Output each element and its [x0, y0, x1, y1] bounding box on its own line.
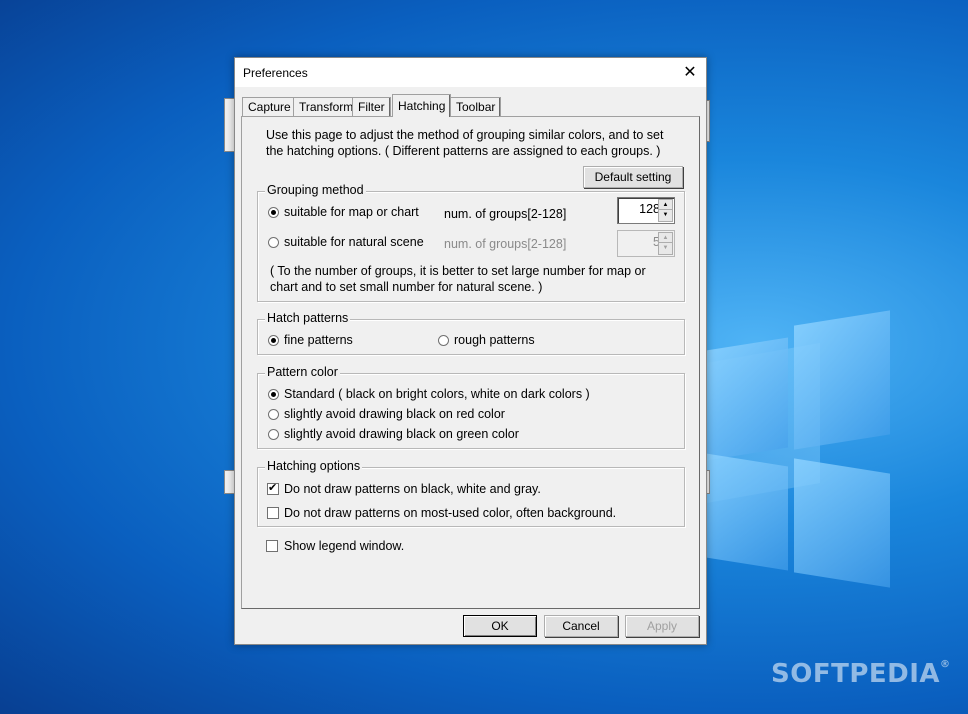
hatching-tab-panel: Use this page to adjust the method of gr… — [241, 116, 700, 609]
groups-spinner-map[interactable]: 128 ▲ ▼ — [617, 197, 675, 224]
grouping-note: ( To the number of groups, it is better … — [270, 264, 646, 294]
tab-toolbar[interactable]: Toolbar — [450, 97, 502, 116]
radio-map-chart[interactable] — [268, 207, 279, 218]
dialog-title: Preferences — [243, 66, 308, 80]
apply-button: Apply — [625, 615, 699, 637]
softpedia-watermark: SOFTPEDIA® — [771, 659, 951, 689]
cancel-button[interactable]: Cancel — [544, 615, 618, 637]
groups-spinner-map-value: 128 — [639, 202, 660, 216]
default-setting-button[interactable]: Default setting — [583, 166, 683, 188]
radio-natural-scene-label: suitable for natural scene — [284, 235, 424, 249]
radio-avoid-green-label: slightly avoid drawing black on green co… — [284, 427, 519, 441]
tab-transform[interactable]: Transform — [293, 97, 360, 116]
radio-avoid-red[interactable] — [268, 409, 279, 420]
radio-standard-label: Standard ( black on bright colors, white… — [284, 387, 590, 401]
close-icon[interactable]: ✕ — [674, 58, 706, 87]
pattern-color-group: Pattern color Standard ( black on bright… — [257, 365, 685, 449]
preferences-dialog: Preferences ✕ Capture Transform Filter H… — [234, 57, 707, 645]
radio-rough-patterns[interactable] — [438, 335, 449, 346]
grouping-method-group: Grouping method suitable for map or char… — [257, 183, 685, 302]
checkbox-black-white-gray-label: Do not draw patterns on black, white and… — [284, 482, 541, 496]
windows-logo-icon — [700, 306, 892, 588]
radio-fine-patterns[interactable] — [268, 335, 279, 346]
radio-standard[interactable] — [268, 389, 279, 400]
groups-label-natural: num. of groups[2-128] — [444, 237, 567, 251]
spin-down-icon: ▼ — [658, 242, 673, 255]
spin-down-icon[interactable]: ▼ — [658, 209, 673, 222]
grouping-method-legend: Grouping method — [265, 183, 366, 197]
checkbox-most-used-label: Do not draw patterns on most-used color,… — [284, 506, 617, 520]
checkbox-most-used[interactable] — [267, 507, 279, 519]
groups-spinner-natural: 5 ▲ ▼ — [617, 230, 675, 257]
hatching-options-group: Hatching options Do not draw patterns on… — [257, 459, 685, 527]
hatch-patterns-legend: Hatch patterns — [265, 311, 351, 325]
title-bar[interactable]: Preferences ✕ — [235, 58, 706, 87]
ok-button[interactable]: OK — [463, 615, 537, 637]
page-description: Use this page to adjust the method of gr… — [266, 128, 664, 158]
checkbox-black-white-gray[interactable] — [267, 481, 279, 495]
pattern-color-legend: Pattern color — [265, 365, 340, 379]
tab-filter[interactable]: Filter — [352, 97, 391, 116]
radio-avoid-green[interactable] — [268, 429, 279, 440]
hatching-options-legend: Hatching options — [265, 459, 363, 473]
groups-label-map: num. of groups[2-128] — [444, 207, 567, 221]
radio-natural-scene[interactable] — [268, 237, 279, 248]
hatching-page: Use this page to adjust the method of gr… — [244, 119, 695, 604]
radio-map-chart-label: suitable for map or chart — [284, 205, 419, 219]
radio-rough-patterns-label: rough patterns — [454, 333, 535, 347]
radio-avoid-red-label: slightly avoid drawing black on red colo… — [284, 407, 505, 421]
tab-capture[interactable]: Capture — [242, 97, 297, 116]
radio-fine-patterns-label: fine patterns — [284, 333, 353, 347]
hatch-patterns-group: Hatch patterns fine patterns rough patte… — [257, 311, 685, 355]
checkbox-show-legend[interactable] — [266, 540, 278, 552]
checkbox-show-legend-label: Show legend window. — [284, 539, 405, 553]
tab-hatching[interactable]: Hatching — [392, 94, 452, 117]
